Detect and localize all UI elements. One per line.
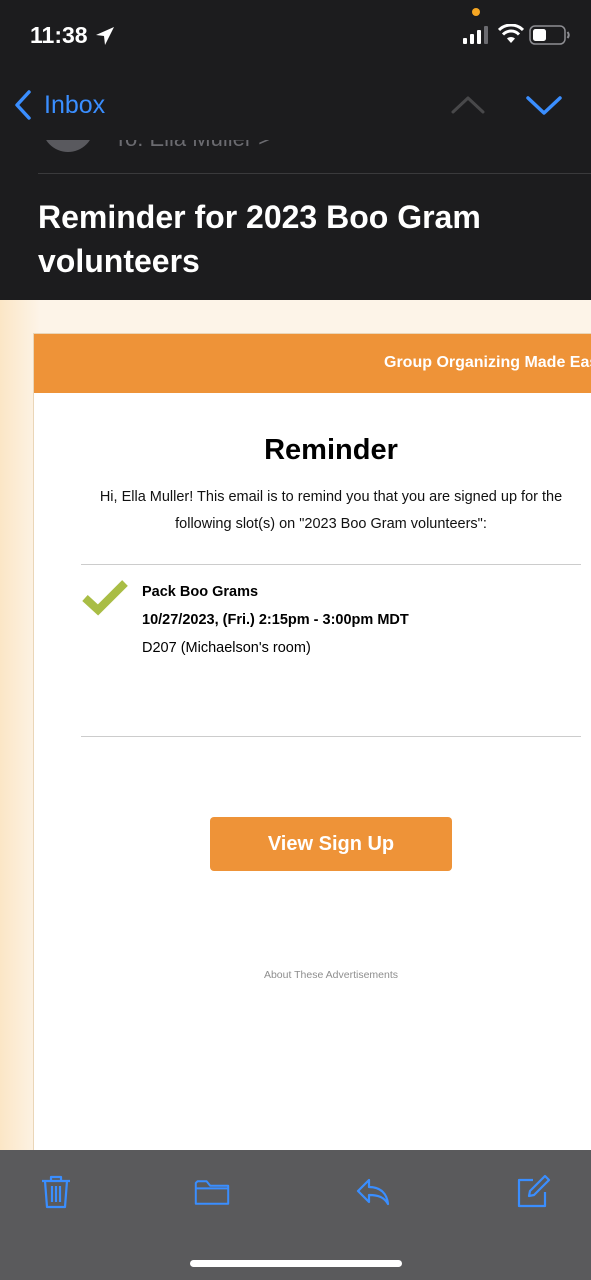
about-advertisements-link[interactable]: About These Advertisements	[34, 969, 591, 981]
chevron-left-icon	[15, 90, 31, 120]
trash-icon[interactable]	[38, 1174, 74, 1210]
privacy-indicator-dot	[472, 8, 480, 16]
next-message-button[interactable]	[525, 90, 563, 120]
divider	[81, 736, 581, 737]
email-card: Group Organizing Made Easy Reminder Hi, …	[33, 333, 591, 1163]
back-to-inbox-button[interactable]: Inbox	[12, 87, 105, 123]
header-divider	[38, 173, 591, 174]
location-arrow-icon	[96, 27, 114, 45]
recipient-line[interactable]: To: Ella Muller >	[114, 140, 271, 152]
folder-icon[interactable]	[194, 1174, 230, 1210]
sender-avatar[interactable]	[42, 140, 94, 152]
battery-icon	[529, 25, 570, 45]
status-bar: 11:38	[0, 0, 591, 70]
compose-icon[interactable]	[515, 1174, 551, 1210]
navigation-bar: Inbox	[0, 70, 591, 140]
wifi-icon	[498, 24, 524, 43]
bottom-toolbar	[0, 1150, 591, 1280]
cellular-signal-icon	[463, 26, 488, 44]
message-subject: Reminder for 2023 Boo Gram volunteers	[38, 199, 481, 279]
checkmark-icon	[82, 580, 128, 616]
chevron-down-icon	[526, 96, 562, 115]
reply-icon[interactable]	[355, 1174, 391, 1210]
message-header: To: Ella Muller > Reminder for 2023 Boo …	[0, 140, 591, 300]
banner-tagline: Group Organizing Made Easy	[384, 354, 591, 371]
slot-name: Pack Boo Grams	[142, 584, 259, 600]
email-banner: Group Organizing Made Easy	[34, 334, 591, 393]
reminder-intro-text: Hi, Ella Muller! This email is to remind…	[99, 489, 563, 532]
view-sign-up-button[interactable]: View Sign Up	[210, 817, 452, 871]
home-indicator[interactable]	[190, 1260, 402, 1267]
back-label: Inbox	[44, 90, 106, 119]
chevron-up-icon	[451, 96, 485, 114]
slot-datetime: 10/27/2023, (Fri.) 2:15pm - 3:00pm MDT	[142, 612, 409, 628]
divider	[81, 564, 581, 565]
slot-location: D207 (Michaelson's room)	[142, 640, 311, 656]
previous-message-button[interactable]	[450, 90, 486, 120]
reminder-heading: Reminder	[264, 434, 398, 466]
message-body[interactable]: Group Organizing Made Easy Reminder Hi, …	[0, 300, 591, 1163]
status-time: 11:38	[30, 22, 88, 48]
